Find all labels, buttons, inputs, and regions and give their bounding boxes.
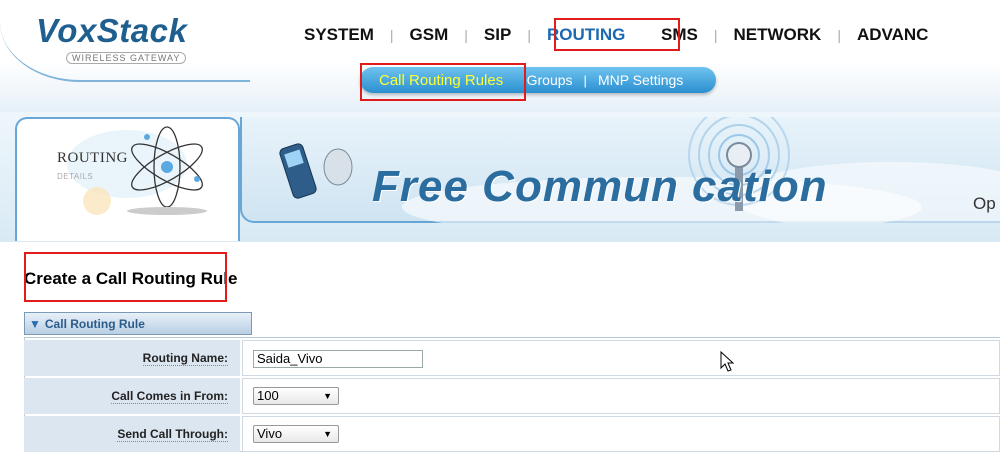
mouse-cursor-icon bbox=[720, 351, 734, 372]
form-row-send-call-through: Send Call Through: Vivo ▼ bbox=[24, 416, 1000, 452]
call-comes-from-cell: 100 ▼ bbox=[242, 378, 1000, 414]
phone-icon bbox=[279, 143, 353, 199]
nav-gsm[interactable]: GSM bbox=[406, 25, 453, 45]
routing-section-title: ROUTING bbox=[57, 150, 128, 166]
collapse-triangle-icon: ▼ bbox=[29, 316, 41, 331]
form-row-routing-name: Routing Name: Saida_Vivo bbox=[24, 340, 1000, 376]
logo-area: VoxStack WIRELESS GATEWAY bbox=[0, 0, 250, 82]
send-call-through-select[interactable]: Vivo ▼ bbox=[253, 425, 339, 443]
routing-section-sub: DETAILS bbox=[57, 172, 94, 181]
brand-logo[interactable]: VoxStack bbox=[36, 12, 187, 50]
nav-system[interactable]: SYSTEM bbox=[300, 25, 378, 45]
nav-advanced[interactable]: ADVANC bbox=[853, 25, 932, 45]
nav-sip[interactable]: SIP bbox=[480, 25, 515, 45]
send-call-through-label: Send Call Through: bbox=[24, 416, 240, 452]
highlight-call-routing-rules bbox=[360, 63, 526, 101]
banner-slogan-tail: Op bbox=[973, 194, 996, 213]
banner-slogan: Free Commun cation bbox=[372, 162, 828, 211]
call-comes-from-label: Call Comes in From: bbox=[24, 378, 240, 414]
nav-separator: | bbox=[464, 27, 468, 43]
nav-separator: | bbox=[527, 27, 531, 43]
routing-name-cell: Saida_Vivo bbox=[242, 340, 1000, 376]
atom-icon bbox=[67, 126, 207, 215]
highlight-routing bbox=[554, 18, 680, 51]
nav-separator: | bbox=[837, 27, 841, 43]
dropdown-arrow-icon: ▼ bbox=[323, 391, 332, 401]
subnav-mnp-settings[interactable]: MNP Settings bbox=[598, 72, 683, 88]
routing-name-input[interactable]: Saida_Vivo bbox=[253, 350, 423, 368]
call-comes-from-select[interactable]: 100 ▼ bbox=[253, 387, 339, 405]
nav-separator: | bbox=[713, 27, 718, 43]
routing-name-label: Routing Name: bbox=[24, 340, 240, 376]
send-call-through-cell: Vivo ▼ bbox=[242, 416, 1000, 452]
subnav-groups[interactable]: Groups bbox=[527, 72, 573, 88]
nav-separator: | bbox=[389, 27, 394, 43]
section-header-call-routing-rule[interactable]: ▼ Call Routing Rule bbox=[24, 312, 252, 335]
nav-network[interactable]: NETWORK bbox=[729, 25, 825, 45]
dropdown-arrow-icon: ▼ bbox=[323, 429, 332, 439]
call-comes-from-value: 100 bbox=[257, 388, 279, 403]
highlight-page-title bbox=[24, 252, 227, 302]
section-title: Call Routing Rule bbox=[44, 316, 145, 331]
brand-tagline: WIRELESS GATEWAY bbox=[66, 52, 187, 64]
subnav-separator: | bbox=[583, 72, 587, 88]
routing-details-tab: ROUTING DETAILS bbox=[15, 117, 240, 241]
send-call-through-value: Vivo bbox=[257, 426, 283, 441]
form-row-call-comes-from: Call Comes in From: 100 ▼ bbox=[24, 378, 1000, 414]
